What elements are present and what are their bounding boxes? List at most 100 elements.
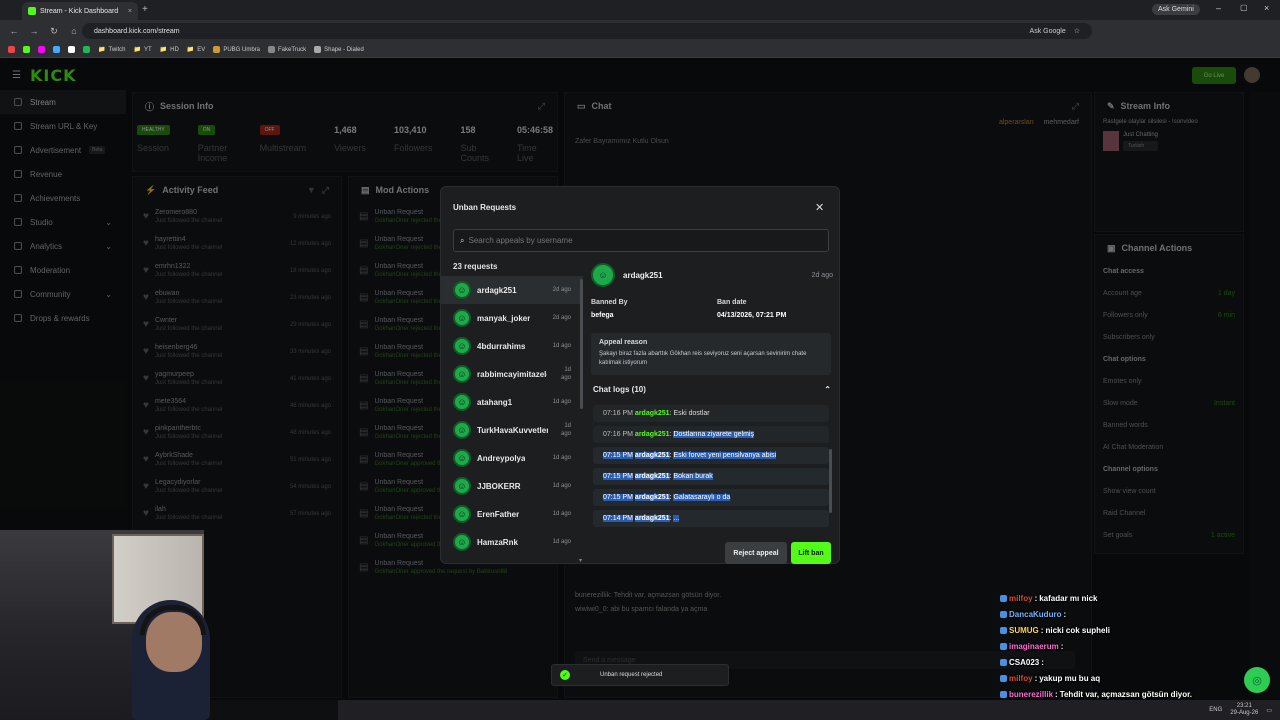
chat-log-entry[interactable]: 07:15 PM ardagk251: Bokan burak	[593, 468, 829, 485]
log-user: ardagk251	[634, 431, 670, 438]
scroll-down-icon[interactable]: ▾	[579, 557, 582, 564]
search-input[interactable]	[468, 236, 809, 245]
home-icon[interactable]: ⌂	[68, 26, 80, 36]
user-avatar: ☺	[453, 393, 471, 411]
chat-logs-toggle[interactable]: Chat logs (10) ⌃	[593, 385, 831, 394]
bookmark-shape[interactable]: Shape - Dialed	[314, 46, 364, 53]
bookmark-icon[interactable]	[38, 46, 45, 53]
kick-favicon-icon	[28, 7, 36, 15]
request-item[interactable]: ☺ ErenFather 1d ago	[441, 500, 583, 528]
reload-icon[interactable]: ↻	[48, 26, 60, 37]
request-item[interactable]: ☺ rabbimcayimitazele 1d ago	[441, 360, 583, 388]
overlay-chat-user: imaginaerum	[1009, 641, 1059, 651]
request-time: 1d ago	[552, 539, 571, 545]
detail-time: 2d ago	[811, 271, 833, 279]
overlay-chat-message: milfoy : kafadar mı nick	[1000, 590, 1280, 606]
bookmark-icon[interactable]	[68, 46, 75, 53]
window-close-icon[interactable]: ×	[1264, 3, 1269, 13]
url-text: dashboard.kick.com/stream	[94, 27, 180, 35]
user-avatar: ☺	[453, 337, 471, 355]
overlay-chat-message: SUMUG : nicki cok supheli	[1000, 622, 1280, 638]
badge-icon	[1000, 610, 1007, 618]
log-text: Bokan burak	[673, 473, 713, 480]
search-icon: ⌕	[460, 235, 465, 245]
chevron-up-icon: ⌃	[824, 385, 831, 394]
forward-icon[interactable]: →	[28, 26, 40, 36]
chat-log-entry[interactable]: 07:16 PM ardagk251: Eski dostlar	[593, 405, 829, 422]
taskbar: ENG 23:21 29-Aug-26 ▭	[338, 700, 1280, 720]
request-item[interactable]: ☺ Andreypolya 1d ago	[441, 444, 583, 472]
lift-ban-button[interactable]: Lift ban	[791, 542, 831, 564]
bookmark-star-icon[interactable]: ☆	[1074, 27, 1080, 35]
bookmark-icon[interactable]	[53, 46, 60, 53]
appeal-reason-box: Appeal reason Şakayı biraz fazla abarttı…	[591, 333, 831, 375]
ask-google-button[interactable]: Ask Google	[1030, 28, 1066, 35]
log-user: ardagk251	[634, 473, 670, 480]
request-time: 1d ago	[560, 423, 571, 437]
request-username: TurkHavaKuvvetleri	[477, 425, 548, 435]
toast-notification: ✓ Unban request rejected	[551, 664, 729, 686]
logs-scrollbar[interactable]	[829, 449, 832, 513]
request-item[interactable]: ☺ HamzaRnk 1d ago	[441, 528, 583, 556]
badge-icon	[1000, 626, 1007, 634]
user-avatar: ☺	[453, 281, 471, 299]
close-icon[interactable]: ✕	[815, 201, 824, 214]
detail-username[interactable]: ardagk251	[623, 271, 663, 280]
request-item[interactable]: ☺ atahang1 1d ago	[441, 388, 583, 416]
chat-log-entry[interactable]: 07:14 PM ardagk251: ...	[593, 510, 829, 527]
bookmark-ev[interactable]: 📁 EV	[187, 46, 206, 54]
chat-log-entry[interactable]: 07:15 PM ardagk251: Eski forvet yeni pen…	[593, 447, 829, 464]
log-text: Eski forvet yeni pensilvanya abisi	[673, 452, 777, 459]
bookmark-icon[interactable]	[83, 46, 90, 53]
taskbar-lang[interactable]: ENG	[1209, 707, 1222, 713]
bookmark-faketruck[interactable]: FakeTruck	[268, 46, 306, 53]
request-item[interactable]: ☺ 4bdurrahims 1d ago	[441, 332, 583, 360]
browser-tab-bar: Stream - Kick Dashboard × + Ask Gemini –…	[0, 0, 1280, 20]
back-icon[interactable]: ←	[8, 26, 20, 36]
url-field[interactable]: dashboard.kick.com/stream Ask Google ☆	[82, 23, 1092, 39]
taskbar-clock[interactable]: 23:21 29-Aug-26	[1230, 703, 1258, 717]
request-time: 1d ago	[552, 511, 571, 517]
check-icon: ✓	[560, 670, 570, 680]
tab-close-icon[interactable]: ×	[128, 8, 132, 15]
new-tab-icon[interactable]: +	[142, 4, 148, 15]
toast-text: Unban request rejected	[600, 672, 663, 678]
bookmark-icon[interactable]	[8, 46, 15, 53]
overlay-chat-user: CSA023	[1009, 657, 1040, 667]
chat-log-entry[interactable]: 07:15 PM ardagk251: Galatasaraylı o da	[593, 489, 829, 506]
search-field[interactable]: ⌕	[453, 229, 829, 252]
bookmark-icon[interactable]	[23, 46, 30, 53]
overlay-chat-message: imaginaerum :	[1000, 638, 1280, 654]
log-user: ardagk251	[634, 515, 670, 522]
ask-gemini-button[interactable]: Ask Gemini	[1152, 4, 1200, 15]
log-text: Dostlarına ziyarete gelmiş	[673, 431, 754, 438]
request-item[interactable]: ☺ JJBOKERR 1d ago	[441, 472, 583, 500]
browser-tab[interactable]: Stream - Kick Dashboard ×	[22, 2, 138, 20]
request-username: ardagk251	[477, 285, 517, 295]
request-item[interactable]: ☺ TurkHavaKuvvetleri 1d ago	[441, 416, 583, 444]
request-item[interactable]: ☺ manyak_joker 2d ago	[441, 304, 583, 332]
overlay-chat-text: nicki cok supheli	[1045, 625, 1110, 635]
log-text: ...	[673, 515, 680, 522]
bookmark-pubg[interactable]: PUBG Umbra	[213, 46, 260, 53]
overlay-chat-text: kafadar mı nick	[1039, 593, 1098, 603]
request-username: JJBOKERR	[477, 481, 521, 491]
bookmark-hd[interactable]: 📁 HD	[160, 46, 179, 54]
notification-icon[interactable]: ▭	[1266, 707, 1272, 714]
support-chat-icon[interactable]: ◎	[1244, 667, 1270, 693]
maximize-icon[interactable]: ▢	[1240, 3, 1248, 12]
chat-log-entry[interactable]: 07:16 PM ardagk251: Dostlarına ziyarete …	[593, 426, 829, 443]
bookmark-twitch[interactable]: 📁 Twitch	[98, 46, 126, 54]
reject-appeal-button[interactable]: Reject appeal	[725, 542, 787, 564]
user-avatar: ☺	[453, 449, 471, 467]
log-time: 07:16 PM	[603, 410, 633, 417]
request-list-scrollbar[interactable]	[580, 279, 583, 409]
overlay-chat-user: bunerezillik	[1009, 689, 1054, 699]
overlay-chat-user: DancaKuduro	[1009, 609, 1062, 619]
request-time: 1d ago	[552, 483, 571, 489]
request-count: 23 requests	[453, 262, 498, 271]
request-item[interactable]: ☺ ardagk251 2d ago	[441, 276, 583, 304]
minimize-icon[interactable]: –	[1216, 3, 1221, 13]
user-avatar: ☺	[453, 533, 471, 551]
bookmark-yt[interactable]: 📁 YT	[134, 46, 152, 54]
